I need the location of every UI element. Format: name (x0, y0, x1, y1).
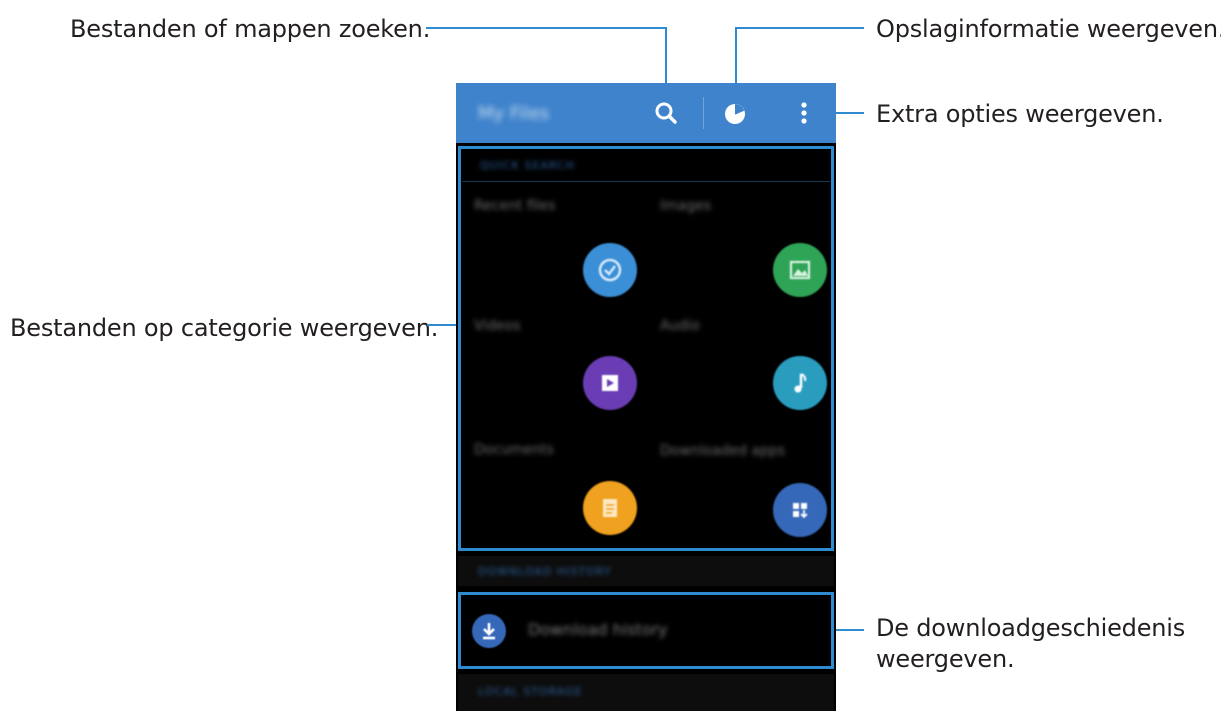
search-icon[interactable] (651, 98, 681, 128)
callout-download-line1: De downloadgeschiedenis (876, 614, 1186, 642)
app-bar: My Files (456, 83, 836, 143)
appbar-divider (703, 97, 704, 129)
storage-section-bar: LOCAL STORAGE (458, 674, 834, 711)
leader-line-search-drop (665, 27, 667, 91)
callout-more-options: Extra opties weergeven. (876, 100, 1164, 128)
phone-screen: My Files QUICK SEARCH Recent files Image… (456, 83, 836, 711)
callout-storage: Opslaginformatie weergeven. (876, 15, 1221, 43)
leader-line-search (426, 27, 667, 29)
leader-line-categories (427, 324, 458, 326)
callout-download-line2: weergeven. (876, 645, 1015, 673)
leader-line-storage (735, 27, 864, 29)
download-highlight (458, 592, 834, 669)
download-header: DOWNLOAD HISTORY (478, 565, 612, 578)
callout-search: Bestanden of mappen zoeken. (70, 15, 431, 43)
more-options-icon[interactable] (789, 98, 819, 128)
storage-usage-icon[interactable] (720, 98, 750, 128)
app-title: My Files (478, 103, 550, 124)
callout-categories: Bestanden op categorie weergeven. (10, 314, 439, 342)
download-section-bar: DOWNLOAD HISTORY (458, 556, 834, 586)
leader-line-download (834, 629, 864, 631)
categories-highlight (458, 146, 834, 551)
storage-header: LOCAL STORAGE (478, 685, 583, 698)
